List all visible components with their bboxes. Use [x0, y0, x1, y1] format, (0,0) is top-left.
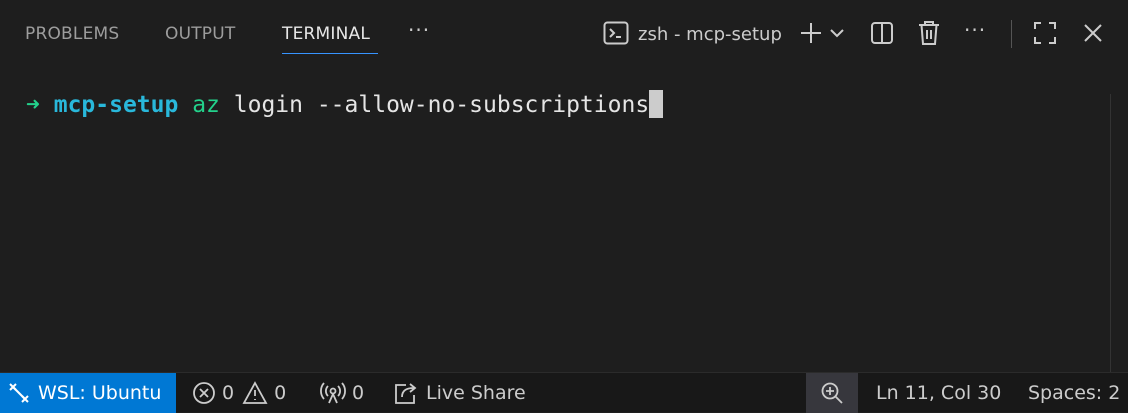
warning-icon — [242, 381, 268, 404]
more-actions-icon[interactable]: ··· — [964, 18, 986, 42]
more-views-button[interactable]: ··· — [408, 18, 430, 42]
split-terminal-icon[interactable] — [867, 18, 897, 48]
indentation-indicator[interactable]: Spaces: 2 — [1028, 373, 1120, 413]
terminal-icon — [601, 18, 631, 48]
warning-count: 0 — [274, 382, 287, 404]
new-terminal-icon[interactable] — [796, 18, 826, 48]
status-bar: WSL: Ubuntu 0 0 0 Live Share Ln 11, Col … — [0, 372, 1128, 413]
prompt-cwd: mcp-setup — [53, 92, 179, 118]
command-name: az — [192, 92, 220, 118]
close-panel-icon[interactable] — [1078, 18, 1108, 48]
ports-count: 0 — [352, 382, 365, 404]
live-share-button[interactable]: Live Share — [392, 373, 526, 413]
terminal-scrollbar[interactable] — [1110, 94, 1128, 372]
error-count: 0 — [222, 382, 235, 404]
live-share-label: Live Share — [426, 382, 526, 404]
terminal-instance-name[interactable]: zsh - mcp-setup — [638, 24, 782, 45]
cursor-position[interactable]: Ln 11, Col 30 — [876, 373, 1001, 413]
panel-header: PROBLEMS OUTPUT TERMINAL ··· zsh - mcp-s… — [0, 0, 1128, 70]
terminal-cursor — [649, 90, 664, 118]
tab-output[interactable]: OUTPUT — [165, 24, 236, 44]
problems-indicator[interactable]: 0 0 — [192, 373, 286, 413]
cursor-position-label: Ln 11, Col 30 — [876, 382, 1002, 404]
remote-icon — [9, 383, 29, 403]
kill-terminal-icon[interactable] — [914, 18, 944, 48]
command-args: login --allow-no-subscriptions — [219, 92, 650, 118]
prompt-arrow-icon: ➜ — [26, 92, 40, 118]
terminal-output[interactable]: ➜ mcp-setup az login --allow-no-subscrip… — [0, 70, 1128, 372]
error-icon — [193, 382, 215, 404]
active-tab-indicator — [282, 53, 378, 54]
live-share-icon — [395, 383, 417, 404]
remote-indicator[interactable]: WSL: Ubuntu — [0, 373, 176, 413]
ports-broadcast-icon — [320, 382, 346, 404]
launch-profile-chevron-icon[interactable] — [826, 18, 848, 48]
tab-terminal[interactable]: TERMINAL — [282, 24, 370, 44]
maximize-panel-icon[interactable] — [1030, 18, 1060, 48]
tab-problems[interactable]: PROBLEMS — [25, 24, 119, 44]
indentation-label: Spaces: 2 — [1028, 382, 1121, 404]
ports-indicator[interactable]: 0 — [320, 373, 364, 413]
remote-label: WSL: Ubuntu — [38, 382, 162, 404]
toolbar-separator — [1011, 20, 1012, 48]
prompt-line: ➜ mcp-setup az login --allow-no-subscrip… — [26, 90, 664, 118]
zoom-in-icon — [821, 382, 843, 404]
zoom-button[interactable] — [806, 373, 858, 413]
